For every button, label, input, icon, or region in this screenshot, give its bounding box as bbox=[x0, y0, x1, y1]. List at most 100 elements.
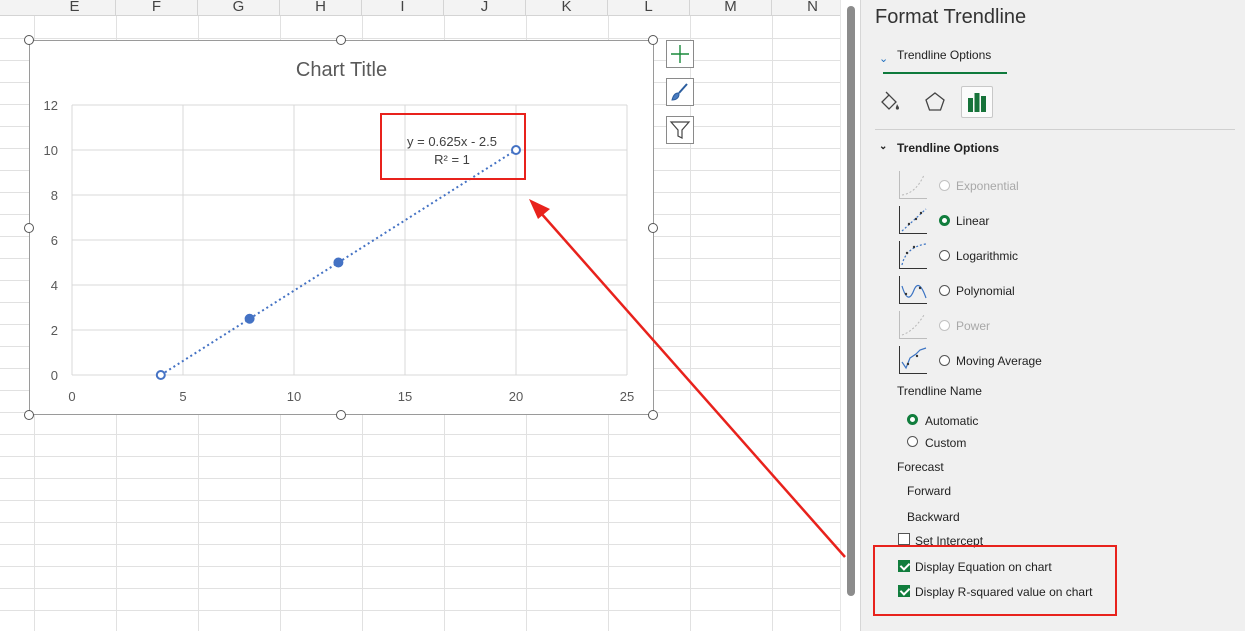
chart-filters-button[interactable] bbox=[666, 116, 694, 144]
chevron-down-icon: ⌄ bbox=[879, 141, 888, 152]
paintbrush-icon bbox=[671, 83, 688, 101]
option-logarithmic[interactable]: Logarithmic bbox=[899, 241, 1199, 271]
excel-window: E F G H I J K L M N Chart Title 0 2 4 6 8 10 1… bbox=[0, 0, 1245, 631]
radio-name-automatic[interactable] bbox=[907, 414, 918, 425]
y-tick-label: 10 bbox=[44, 143, 58, 158]
grid-line bbox=[0, 544, 840, 545]
plus-icon bbox=[671, 45, 689, 63]
name-automatic-label[interactable]: Automatic bbox=[925, 414, 978, 428]
scrollbar-thumb[interactable] bbox=[847, 6, 855, 596]
moving-average-trendline-icon bbox=[899, 346, 927, 374]
column-headers: E F G H I J K L M N bbox=[0, 0, 840, 16]
grid-line bbox=[0, 588, 840, 589]
resize-handle-right[interactable] bbox=[648, 223, 658, 233]
chart-area[interactable]: Chart Title 0 2 4 6 8 10 12 0 5 10 15 20 25 y = 0.625… bbox=[29, 40, 654, 415]
name-custom-label[interactable]: Custom bbox=[925, 436, 966, 450]
x-tick-label: 15 bbox=[398, 389, 412, 404]
radio-exponential[interactable] bbox=[939, 180, 950, 191]
resize-handle-bottom-left[interactable] bbox=[24, 410, 34, 420]
grid-line bbox=[0, 38, 840, 39]
option-exponential[interactable]: Exponential bbox=[899, 171, 1199, 201]
format-trendline-pane: Format Trendline ⌄ Trendline Options ⌄ T… bbox=[860, 0, 1245, 631]
chart-styles-button[interactable] bbox=[666, 78, 694, 106]
data-point bbox=[244, 313, 255, 324]
column-header[interactable]: F bbox=[116, 0, 198, 16]
pane-divider bbox=[875, 129, 1235, 130]
grid-line bbox=[0, 610, 840, 611]
x-tick-label: 0 bbox=[68, 389, 75, 404]
trendline-options-tab[interactable] bbox=[961, 86, 993, 118]
option-moving-average[interactable]: Moving Average bbox=[899, 346, 1199, 376]
radio-name-custom[interactable] bbox=[907, 436, 918, 447]
resize-handle-bottom-right[interactable] bbox=[648, 410, 658, 420]
exponential-trendline-icon bbox=[899, 171, 927, 199]
tab-underline bbox=[883, 72, 1007, 74]
x-tick-label: 10 bbox=[287, 389, 301, 404]
radio-polynomial[interactable] bbox=[939, 285, 950, 296]
filter-icon bbox=[669, 121, 691, 139]
tab-label: Trendline Options bbox=[897, 48, 992, 62]
paint-bucket-icon bbox=[881, 91, 899, 110]
y-tick-label: 12 bbox=[44, 98, 58, 113]
x-tick-label: 5 bbox=[179, 389, 186, 404]
column-header[interactable]: K bbox=[526, 0, 608, 16]
tab-trendline-options[interactable]: ⌄ Trendline Options bbox=[875, 48, 1007, 74]
y-tick-label: 8 bbox=[51, 188, 58, 203]
column-header[interactable]: L bbox=[608, 0, 690, 16]
backward-label: Backward bbox=[907, 510, 960, 524]
set-intercept-checkbox[interactable] bbox=[898, 533, 910, 545]
y-tick-label: 6 bbox=[51, 233, 58, 248]
chart-plot[interactable]: 0246810120 5 10 15 20 25y = 0.625x - 2.5R² = … bbox=[30, 41, 655, 416]
grid-line bbox=[0, 566, 840, 567]
y-tick-label: 2 bbox=[51, 323, 58, 338]
fill-line-tab[interactable] bbox=[875, 86, 907, 118]
effects-tab[interactable] bbox=[919, 86, 951, 118]
annotation-highlight-checkboxes bbox=[873, 545, 1117, 616]
option-label: Moving Average bbox=[956, 354, 1042, 368]
grid-line bbox=[0, 456, 840, 457]
x-tick-label: 20 bbox=[509, 389, 523, 404]
data-point bbox=[155, 370, 166, 380]
grid-line bbox=[0, 522, 840, 523]
option-label: Power bbox=[956, 319, 991, 333]
forecast-label: Forecast bbox=[897, 460, 944, 474]
chart-elements-button[interactable] bbox=[666, 40, 694, 68]
radio-linear[interactable] bbox=[939, 215, 950, 226]
resize-handle-bottom[interactable] bbox=[336, 410, 346, 420]
column-header[interactable]: G bbox=[198, 0, 280, 16]
polynomial-trendline-icon bbox=[899, 276, 927, 304]
power-trendline-icon bbox=[899, 311, 927, 339]
option-polynomial[interactable]: Polynomial bbox=[899, 276, 1199, 306]
resize-handle-top-right[interactable] bbox=[648, 35, 658, 45]
linear-trendline-icon bbox=[899, 206, 927, 234]
section-trendline-options[interactable]: ⌄ Trendline Options bbox=[879, 141, 1000, 155]
bar-chart-icon bbox=[968, 93, 986, 112]
column-header[interactable]: J bbox=[444, 0, 526, 16]
resize-handle-left[interactable] bbox=[24, 223, 34, 233]
y-tick-label: 4 bbox=[51, 278, 58, 293]
grid-line bbox=[0, 478, 840, 479]
resize-handle-top[interactable] bbox=[336, 35, 346, 45]
option-linear[interactable]: Linear bbox=[899, 206, 1199, 236]
option-label: Exponential bbox=[956, 179, 1019, 193]
column-header[interactable]: H bbox=[280, 0, 362, 16]
radio-moving-average[interactable] bbox=[939, 355, 950, 366]
chevron-down-icon: ⌄ bbox=[879, 53, 889, 65]
logarithmic-trendline-icon bbox=[899, 241, 927, 269]
resize-handle-top-left[interactable] bbox=[24, 35, 34, 45]
column-header[interactable]: M bbox=[690, 0, 772, 16]
column-header[interactable]: E bbox=[34, 0, 116, 16]
column-header[interactable]: I bbox=[362, 0, 444, 16]
section-label: Trendline Options bbox=[897, 141, 1000, 155]
pane-title: Format Trendline bbox=[875, 6, 1027, 28]
forward-label: Forward bbox=[907, 484, 952, 498]
option-power[interactable]: Power bbox=[899, 311, 1199, 341]
option-label: Linear bbox=[956, 214, 990, 228]
y-tick-label: 0 bbox=[51, 368, 58, 383]
radio-logarithmic[interactable] bbox=[939, 250, 950, 261]
annotation-highlight-equation bbox=[380, 113, 526, 180]
trendline-name-label: Trendline Name bbox=[897, 384, 982, 398]
vertical-scrollbar[interactable] bbox=[840, 0, 860, 631]
radio-power[interactable] bbox=[939, 320, 950, 331]
column-header[interactable]: N bbox=[772, 0, 840, 16]
